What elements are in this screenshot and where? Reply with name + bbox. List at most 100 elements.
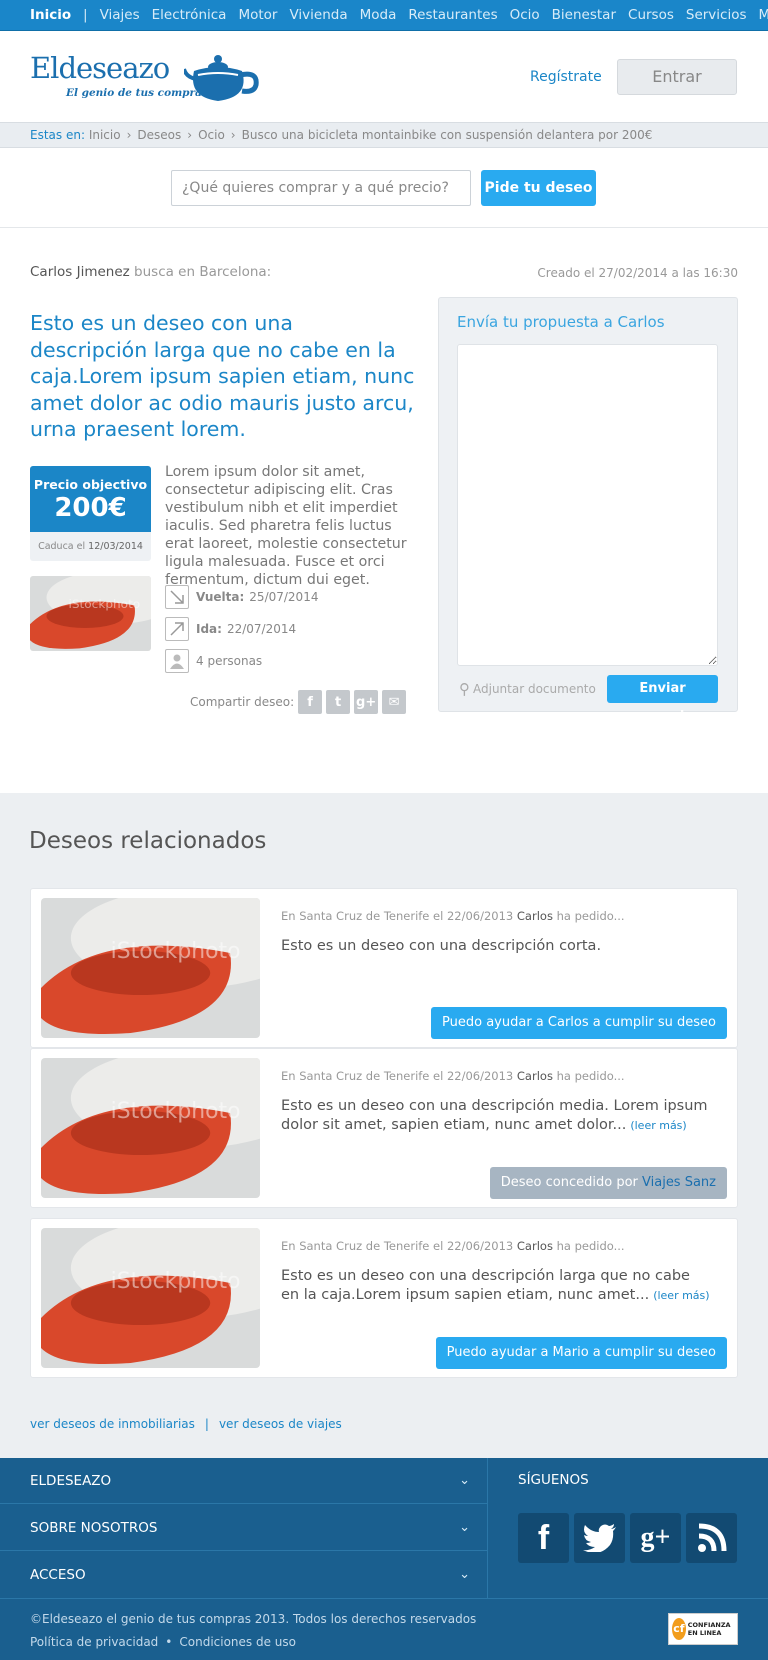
privacy-link[interactable]: Política de privacidad <box>30 1635 158 1649</box>
footer-bottom: ©Eldeseazo el genio de tus compras 2013.… <box>0 1598 768 1660</box>
terms-link[interactable]: Condiciones de uso <box>179 1635 296 1649</box>
register-link[interactable]: Regístrate <box>530 69 602 85</box>
chair-photo-icon: iStockphoto <box>41 1058 260 1198</box>
read-more-link[interactable]: (leer más) <box>630 1119 686 1132</box>
nav-item-moda[interactable]: Moda <box>360 7 397 23</box>
top-navigation: Inicio | Viajes Electrónica Motor Vivien… <box>0 0 768 31</box>
breadcrumb-item-inicio[interactable]: Inicio <box>89 128 121 142</box>
attach-label: Adjuntar documento <box>473 682 596 696</box>
expiry-date: 12/03/2014 <box>88 541 143 552</box>
svg-text:iStockphoto: iStockphoto <box>111 1269 241 1294</box>
nav-item-cursos[interactable]: Cursos <box>628 7 674 23</box>
people-row: 4 personas <box>165 649 262 673</box>
person-icon <box>165 649 189 673</box>
nav-item-electronica[interactable]: Electrónica <box>152 7 227 23</box>
related-author[interactable]: Carlos <box>517 909 553 923</box>
attach-document-link[interactable]: ⚲ Adjuntar documento <box>459 680 596 698</box>
facebook-icon[interactable]: f <box>298 690 323 714</box>
help-button[interactable]: Puedo ayudar a Mario a cumplir su deseo <box>435 1337 727 1369</box>
breadcrumb-arrow-icon: › <box>126 128 132 142</box>
search-input[interactable] <box>171 170 471 206</box>
share-label: Compartir deseo: <box>190 695 295 709</box>
target-price-value: 200€ <box>54 493 127 523</box>
breadcrumb-arrow-icon: › <box>230 128 236 142</box>
related-meta-suffix: ha pedido... <box>556 1069 625 1083</box>
related-card: iStockphoto En Santa Cruz de Tenerife el… <box>30 1048 738 1208</box>
proposal-title: Envía tu propuesta a Carlos <box>457 313 665 331</box>
related-meta-suffix: ha pedido... <box>556 1239 625 1253</box>
related-desc-text: Esto es un deseo con una descripción cor… <box>281 938 602 954</box>
granted-label: Deseo concedido por <box>500 1175 638 1190</box>
nav-item-ocio[interactable]: Ocio <box>510 7 540 23</box>
depart-date: 22/07/2014 <box>226 622 297 636</box>
footer-section-eldeseazo[interactable]: ELDESEAZO ⌄ <box>0 1458 488 1504</box>
related-author[interactable]: Carlos <box>517 1239 553 1253</box>
related-meta: En Santa Cruz de Tenerife el 22/06/2013 … <box>281 1069 625 1083</box>
related-links: ver deseos de inmobiliarias | ver deseos d… <box>30 1417 342 1431</box>
nav-item-vivienda[interactable]: Vivienda <box>289 7 347 23</box>
footer-section-access[interactable]: ACCESO ⌄ <box>0 1552 488 1598</box>
arrow-up-right-icon <box>165 617 189 641</box>
related-image[interactable]: iStockphoto <box>41 1058 260 1198</box>
logo[interactable]: Eldeseazo El genio de tus compras <box>30 51 270 106</box>
wish-author-line: Carlos Jimenez busca en Barcelona: <box>30 264 271 280</box>
google-plus-icon[interactable]: g+ <box>354 690 379 714</box>
google-plus-icon[interactable]: g+ <box>630 1513 681 1563</box>
granted-company[interactable]: Viajes Sanz <box>642 1175 716 1190</box>
related-description: Esto es un deseo con una descripción cor… <box>281 937 711 956</box>
trust-seal-text: CONFIANZA EN LINEA <box>687 1621 731 1637</box>
nav-item-bienestar[interactable]: Bienestar <box>552 7 616 23</box>
mail-icon[interactable]: ✉ <box>382 690 407 714</box>
footer-section-label: ELDESEAZO <box>30 1473 112 1489</box>
related-image[interactable]: iStockphoto <box>41 1228 260 1368</box>
arrow-down-right-icon <box>165 585 189 609</box>
breadcrumb-item-ocio[interactable]: Ocio <box>198 128 225 142</box>
nav-item-inicio[interactable]: Inicio <box>30 7 71 23</box>
twitter-icon[interactable] <box>574 1513 625 1563</box>
target-price-box: Precio objectivo 200€ Caduca el 12/03/20… <box>30 466 151 561</box>
nav-item-viajes[interactable]: Viajes <box>100 7 140 23</box>
share-bar: Compartir deseo: f t g+ ✉ <box>190 690 407 714</box>
svg-text:iStockphoto: iStockphoto <box>111 939 241 964</box>
nav-item-restaurantes[interactable]: Restaurantes <box>408 7 497 23</box>
chevron-down-icon: ⌄ <box>459 1473 470 1488</box>
chair-photo-icon: iStockphoto <box>30 576 151 651</box>
related-image[interactable]: iStockphoto <box>41 898 260 1038</box>
proposal-form: Envía tu propuesta a Carlos ⚲ Adjuntar do… <box>438 297 738 724</box>
login-button[interactable]: Entrar <box>617 59 737 95</box>
rss-icon[interactable] <box>686 1513 737 1563</box>
copyright-text: ©Eldeseazo el genio de tus compras 2013.… <box>30 1612 477 1626</box>
expiry-label: Caduca el <box>38 541 86 552</box>
depart-date-row: Ida: 22/07/2014 <box>165 617 296 641</box>
wish-image[interactable]: iStockphoto <box>30 576 151 651</box>
granted-badge[interactable]: Deseo concedido por Viajes Sanz <box>489 1167 727 1199</box>
people-count: 4 personas <box>196 654 263 668</box>
chevron-down-icon: ⌄ <box>459 1520 470 1535</box>
footer-divider <box>487 1458 488 1598</box>
breadcrumb-item-deseos[interactable]: Deseos <box>137 128 181 142</box>
trust-seal[interactable]: cf CONFIANZA EN LINEA <box>668 1613 738 1645</box>
teapot-icon <box>184 55 259 101</box>
wish-description: Lorem ipsum dolor sit amet, consectetur … <box>165 464 407 588</box>
proposal-message-field[interactable] <box>457 344 718 666</box>
facebook-icon[interactable]: f <box>518 1513 569 1563</box>
footer-section-about[interactable]: SOBRE NOSOTROS ⌄ <box>0 1505 488 1551</box>
nav-item-motor[interactable]: Motor <box>238 7 277 23</box>
wish-detail: Carlos Jimenez busca en Barcelona: Cread… <box>0 228 768 793</box>
send-message-button[interactable]: Enviar mensaje <box>607 675 718 724</box>
author-name[interactable]: Carlos Jimenez <box>30 264 130 280</box>
related-description: Esto es un deseo con una descripción lar… <box>281 1267 711 1305</box>
help-button[interactable]: Puedo ayudar a Carlos a cumplir su deseo <box>431 1007 727 1039</box>
twitter-icon[interactable]: t <box>326 690 351 714</box>
link-travel[interactable]: ver deseos de viajes <box>219 1417 342 1431</box>
read-more-link[interactable]: (leer más) <box>653 1289 709 1302</box>
footer-section-label: SOBRE NOSOTROS <box>30 1520 158 1536</box>
ask-wish-button[interactable]: Pide tu deseo <box>481 170 596 206</box>
chair-photo-icon: iStockphoto <box>41 898 260 1038</box>
nav-separator: | <box>83 7 88 23</box>
search-bar: Pide tu deseo <box>0 148 768 228</box>
related-author[interactable]: Carlos <box>517 1069 553 1083</box>
link-real-estate[interactable]: ver deseos de inmobiliarias <box>30 1417 195 1431</box>
nav-item-servicios[interactable]: Servicios <box>686 7 747 23</box>
nav-item-mas[interactable]: Más <box>759 7 768 23</box>
